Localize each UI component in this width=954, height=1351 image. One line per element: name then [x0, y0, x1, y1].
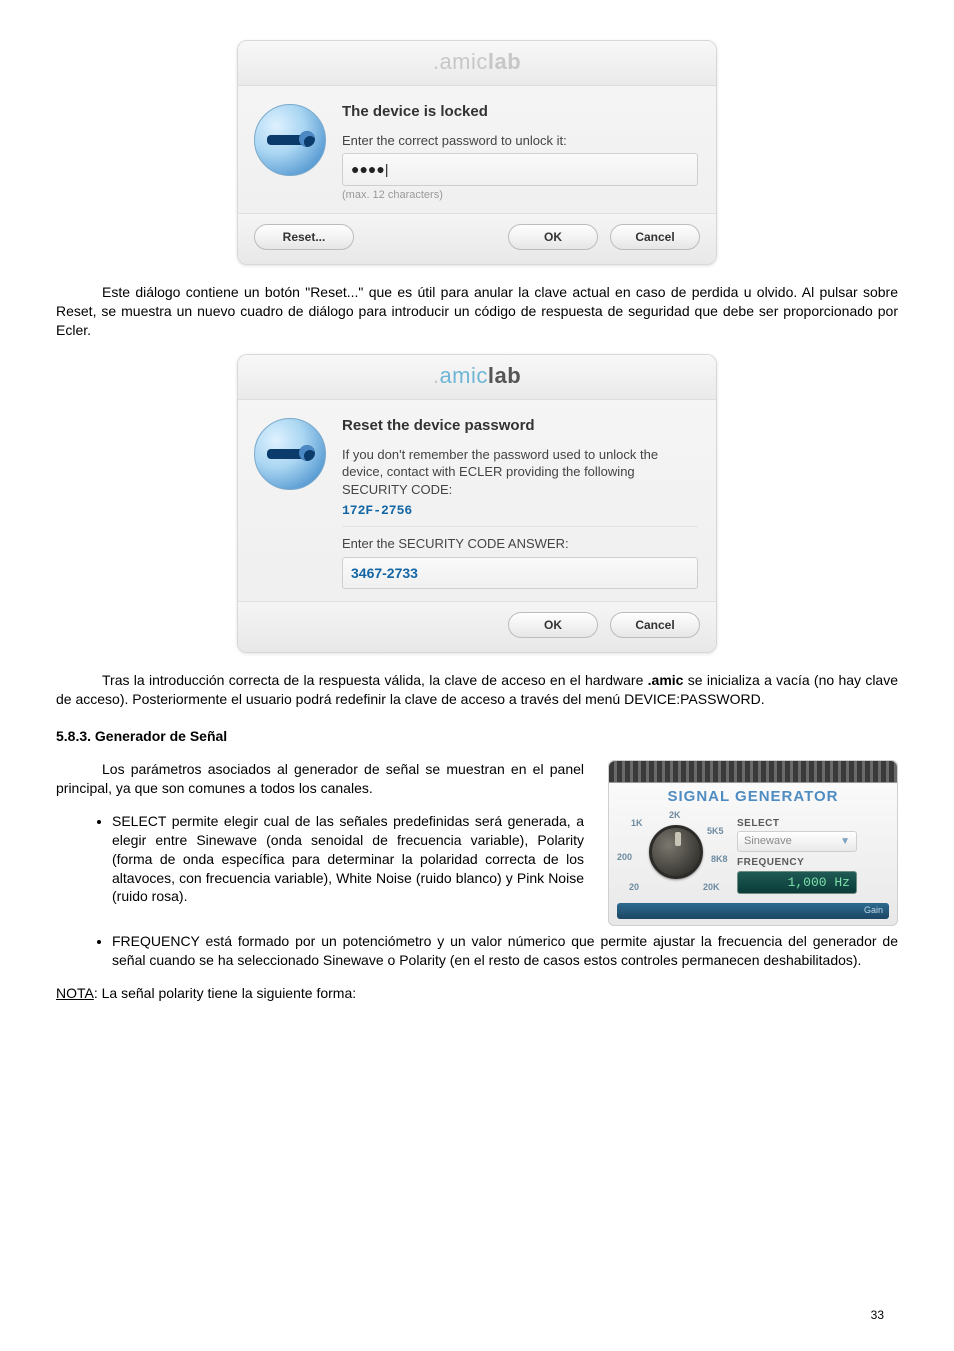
dialog1-title: The device is locked: [342, 102, 698, 122]
frequency-readout[interactable]: 1,000 Hz: [737, 871, 857, 895]
p2b: .amic: [648, 672, 684, 688]
dialog1-header: .amiclab: [238, 41, 716, 86]
paragraph-1: Este diálogo contiene un botón "Reset...…: [56, 283, 898, 340]
dialog1-prompt: Enter the correct password to unlock it:: [342, 132, 698, 150]
sg-title: SIGNAL GENERATOR: [609, 783, 897, 809]
dialog2-footer: OK Cancel: [238, 601, 716, 652]
key-icon: [254, 104, 326, 176]
cancel-button[interactable]: Cancel: [610, 612, 700, 638]
dial-tick-20k: 20K: [703, 881, 720, 893]
note-line: NOTA: La señal polarity tiene la siguien…: [56, 984, 898, 1003]
dialog2-line2: Enter the SECURITY CODE ANSWER:: [342, 535, 698, 553]
brand-mid: amic: [439, 363, 487, 388]
bullet-select: SELECT permite elegir cual de las señale…: [112, 812, 584, 906]
brand-logo: .amiclab: [433, 49, 521, 74]
dialog2-line1: If you don't remember the password used …: [342, 446, 698, 499]
note-text: : La señal polarity tiene la siguiente f…: [94, 985, 356, 1001]
sg-footer-strip: Gain: [617, 903, 889, 919]
ok-button[interactable]: OK: [508, 612, 598, 638]
chevron-down-icon: ▼: [840, 835, 850, 849]
password-input[interactable]: ●●●●|: [342, 153, 698, 186]
brand-mid: amic: [439, 49, 487, 74]
bullet-list: SELECT permite elegir cual de las señale…: [112, 812, 584, 906]
unlock-dialog: .amiclab The device is locked Enter the …: [237, 40, 717, 265]
cancel-button[interactable]: Cancel: [610, 224, 700, 250]
frequency-dial-area: 1K 2K 5K5 200 8K8 20 20K: [615, 811, 733, 897]
answer-input[interactable]: 3467-2733: [342, 557, 698, 590]
dial-tick-5k5: 5K5: [707, 825, 724, 837]
brand-logo: .amiclab: [433, 363, 521, 388]
dial-tick-20: 20: [629, 881, 639, 893]
paragraph-2: Tras la introducción correcta de la resp…: [56, 671, 898, 709]
dialog2-title: Reset the device password: [342, 416, 698, 436]
password-hint: (max. 12 characters): [342, 188, 698, 203]
bullet-list-2: FREQUENCY está formado por un potencióme…: [112, 932, 898, 970]
brand-post: lab: [488, 363, 521, 388]
p2a: Tras la introducción correcta de la resp…: [102, 672, 648, 688]
security-code: 172F-2756: [342, 502, 698, 520]
select-value: Sinewave: [744, 834, 792, 849]
key-icon: [254, 418, 326, 490]
page-number: 33: [871, 1307, 884, 1323]
dial-tick-1k: 1K: [631, 817, 643, 829]
dial-tick-2k: 2K: [669, 809, 681, 821]
dialog1-footer: Reset... OK Cancel: [238, 213, 716, 264]
reset-dialog: .amiclab Reset the device password If yo…: [237, 354, 717, 654]
section-heading: 5.8.3. Generador de Señal: [56, 727, 898, 746]
sg-top-grip: [609, 761, 897, 783]
frequency-dial[interactable]: [649, 825, 703, 879]
brand-post: lab: [488, 49, 521, 74]
dial-tick-200: 200: [617, 851, 632, 863]
dialog2-body: Reset the device password If you don't r…: [238, 400, 716, 602]
paragraph-3: Los parámetros asociados al generador de…: [56, 760, 584, 798]
dialog2-header: .amiclab: [238, 355, 716, 400]
reset-button[interactable]: Reset...: [254, 224, 354, 250]
select-label: SELECT: [737, 817, 887, 831]
bullet-frequency: FREQUENCY está formado por un potencióme…: [112, 932, 898, 970]
signal-generator-panel: SIGNAL GENERATOR 1K 2K 5K5 200 8K8 20 20…: [608, 760, 898, 926]
dialog1-body: The device is locked Enter the correct p…: [238, 86, 716, 214]
select-dropdown[interactable]: Sinewave ▼: [737, 831, 857, 852]
separator: [342, 526, 698, 527]
ok-button[interactable]: OK: [508, 224, 598, 250]
dial-tick-8k8: 8K8: [711, 853, 728, 865]
note-label: NOTA: [56, 985, 94, 1001]
frequency-label: FREQUENCY: [737, 856, 887, 870]
